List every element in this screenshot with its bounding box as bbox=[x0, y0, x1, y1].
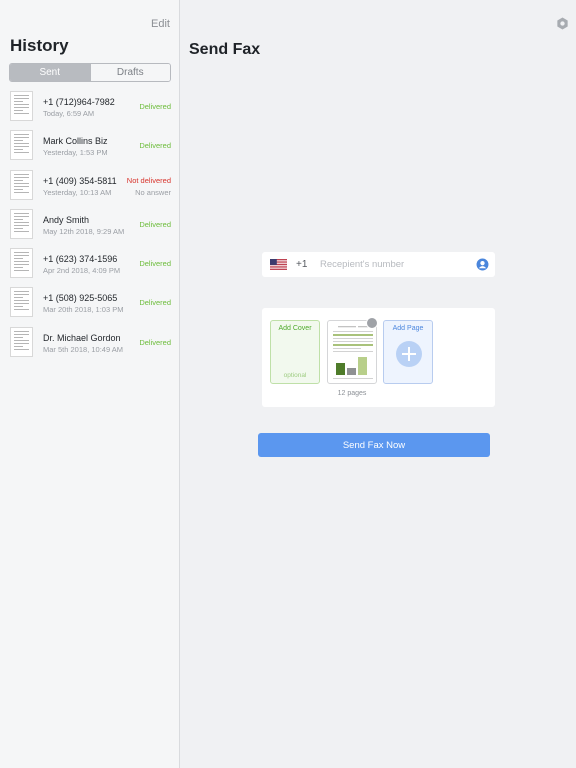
row-time: Mar 20th 2018, 1:03 PM bbox=[43, 305, 124, 315]
fax-history-row[interactable]: +1 (623) 374-1596 Apr 2nd 2018, 4:09 PM … bbox=[0, 246, 180, 285]
page-count: 12 pages bbox=[337, 390, 367, 397]
status-badge: Delivered bbox=[139, 219, 171, 229]
failure-reason: No answer bbox=[135, 187, 171, 197]
status-badge: Delivered bbox=[139, 337, 171, 347]
row-time: Yesterday, 1:53 PM bbox=[43, 148, 108, 158]
fax-history-row[interactable]: +1 (712)964-7982 Today, 6:59 AM Delivere… bbox=[0, 89, 180, 128]
status-badge: Delivered bbox=[139, 141, 171, 151]
history-sidebar: Edit History Sent Drafts +1 (712)964-798… bbox=[0, 0, 180, 768]
edit-button[interactable]: Edit bbox=[151, 18, 170, 30]
document-thumbnail bbox=[10, 169, 33, 200]
us-flag-icon[interactable] bbox=[270, 259, 287, 270]
document-thumbnail bbox=[10, 287, 33, 318]
history-title: History bbox=[10, 36, 69, 55]
row-time: Yesterday, 10:13 AM bbox=[43, 187, 112, 197]
row-recipient: +1 (508) 925-5065 bbox=[43, 293, 118, 304]
document-page-thumbnail[interactable] bbox=[327, 320, 377, 384]
document-thumbnail bbox=[10, 130, 33, 161]
row-recipient: Andy Smith bbox=[43, 214, 90, 225]
add-cover-button[interactable]: Add Cover optional bbox=[270, 320, 320, 384]
fax-pages-panel: Add Cover optional Add Page 12 pages bbox=[262, 308, 495, 407]
fax-history-list: +1 (712)964-7982 Today, 6:59 AM Delivere… bbox=[0, 89, 180, 364]
page-title: Send Fax bbox=[189, 41, 261, 58]
send-fax-panel: Send Fax +1 Add Cover optional bbox=[181, 0, 576, 768]
tab-sent[interactable]: Sent bbox=[10, 64, 90, 81]
recipient-field: +1 bbox=[262, 252, 495, 277]
add-page-button[interactable]: Add Page bbox=[383, 320, 433, 384]
status-badge: Delivered bbox=[139, 298, 171, 308]
document-preview-graphic bbox=[333, 326, 373, 379]
history-segment-control: Sent Drafts bbox=[9, 63, 171, 82]
add-cover-label: Add Cover bbox=[278, 325, 312, 332]
row-time: Mar 5th 2018, 10:49 AM bbox=[43, 344, 124, 354]
row-recipient: +1 (712)964-7982 bbox=[43, 97, 115, 107]
row-recipient: +1 (623) 374-1596 bbox=[43, 254, 118, 265]
status-badge: Delivered bbox=[139, 102, 171, 111]
status-badge: Not delivered bbox=[126, 175, 171, 185]
country-code[interactable]: +1 bbox=[296, 259, 307, 270]
fax-history-row[interactable]: +1 (508) 925-5065 Mar 20th 2018, 1:03 PM… bbox=[0, 285, 180, 324]
cover-optional-label: optional bbox=[283, 372, 307, 379]
contact-icon[interactable] bbox=[476, 258, 489, 271]
gear-icon[interactable] bbox=[556, 17, 569, 30]
document-thumbnail bbox=[10, 208, 33, 239]
remove-page-button[interactable] bbox=[366, 317, 378, 329]
recipient-number-input[interactable] bbox=[320, 256, 470, 273]
plus-icon bbox=[396, 341, 422, 367]
row-time: Today, 6:59 AM bbox=[43, 109, 95, 118]
row-time: May 12th 2018, 9:29 AM bbox=[43, 226, 125, 236]
fax-history-row[interactable]: +1 (409) 354-5811 Yesterday, 10:13 AM No… bbox=[0, 168, 180, 207]
status-badge: Delivered bbox=[139, 259, 171, 269]
add-page-label: Add Page bbox=[392, 325, 424, 332]
document-thumbnail bbox=[10, 326, 33, 357]
document-thumbnail bbox=[10, 248, 33, 279]
document-thumbnail bbox=[10, 91, 33, 121]
row-recipient: Dr. Michael Gordon bbox=[43, 332, 121, 343]
fax-history-row[interactable]: Andy Smith May 12th 2018, 9:29 AM Delive… bbox=[0, 207, 180, 246]
tab-drafts[interactable]: Drafts bbox=[89, 64, 170, 81]
send-fax-button[interactable]: Send Fax Now bbox=[258, 433, 490, 457]
fax-history-row[interactable]: Dr. Michael Gordon Mar 5th 2018, 10:49 A… bbox=[0, 325, 180, 364]
fax-history-row[interactable]: Mark Collins Biz Yesterday, 1:53 PM Deli… bbox=[0, 128, 180, 167]
row-time: Apr 2nd 2018, 4:09 PM bbox=[43, 266, 121, 276]
row-recipient: Mark Collins Biz bbox=[43, 136, 108, 147]
row-recipient: +1 (409) 354-5811 bbox=[43, 175, 117, 186]
